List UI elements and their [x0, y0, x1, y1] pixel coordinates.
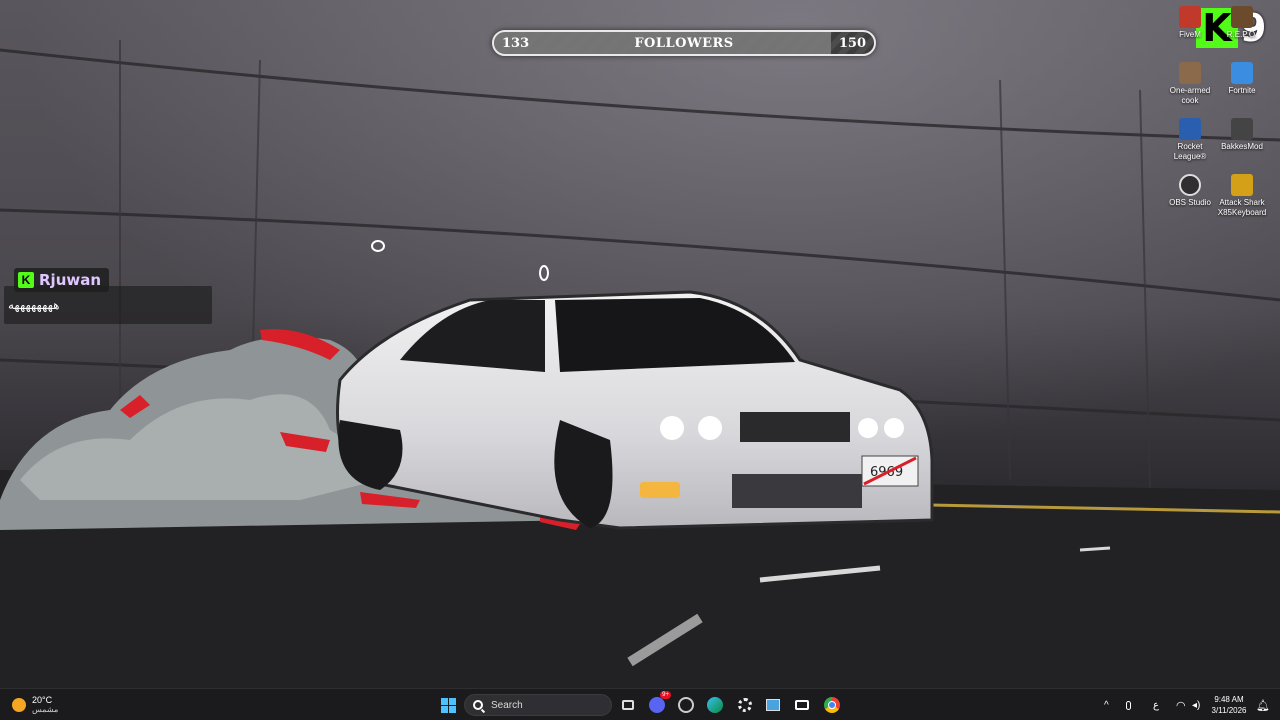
taskbar-app-edge[interactable]	[703, 693, 727, 717]
desktop-icon-repo[interactable]: R.E.P.O.	[1214, 6, 1270, 40]
bell-icon: 🔔︎	[1256, 699, 1270, 712]
sun-icon	[12, 698, 26, 712]
chrome-icon	[824, 697, 840, 713]
tray-overflow-button[interactable]: ^	[1104, 689, 1109, 720]
speaker-icon: ◂)	[1192, 699, 1201, 711]
fortnite-icon	[1231, 62, 1253, 84]
gear-icon	[738, 698, 752, 712]
desktop-wallpaper: 6969	[0, 0, 1280, 688]
steam-icon	[678, 697, 694, 713]
followers-label: FOLLOWERS	[634, 36, 734, 51]
clock-time: 9:48 AM	[1214, 695, 1244, 704]
taskbar-app-explorer[interactable]	[761, 693, 785, 717]
desktop-icon-label: Rocket League®	[1173, 142, 1207, 161]
keyboard-icon	[1231, 174, 1253, 196]
repo-icon	[1231, 6, 1253, 28]
discord-notification-badge: 9+	[660, 691, 671, 699]
keyboard-language-button[interactable]: ع	[1153, 689, 1159, 720]
windows-logo-icon	[440, 697, 456, 713]
weather-temp: 20°C	[32, 695, 53, 705]
notifications-button[interactable]: 🔔︎	[1256, 689, 1270, 720]
taskbar-app-discord[interactable]: 9+	[645, 691, 671, 717]
taskbar-clock[interactable]: 9:48 AM 3/11/2026	[1208, 694, 1250, 716]
search-placeholder: Search	[491, 699, 523, 711]
task-view-icon	[622, 700, 634, 710]
taskbar-app-capcut[interactable]	[790, 693, 814, 717]
chevron-up-icon: ^	[1104, 699, 1109, 711]
desktop-icon-label: OBS Studio	[1169, 198, 1211, 207]
search-icon	[473, 700, 483, 710]
taskbar-app-settings[interactable]	[733, 693, 757, 717]
microphone-button[interactable]	[1126, 689, 1131, 720]
stream-chat-overlay: ههههههههه K Rjuwan	[4, 268, 212, 324]
desktop-icon-label: Fortnite	[1228, 86, 1256, 95]
followers-goal-bar: 133 FOLLOWERS 150	[492, 30, 876, 56]
obs-icon	[1179, 174, 1201, 196]
task-view-button[interactable]	[616, 693, 640, 717]
desktop-icon-label: R.E.P.O.	[1226, 30, 1258, 39]
rocket-league-icon	[1179, 118, 1201, 140]
chat-message-text: ههههههههه	[8, 298, 60, 312]
network-button[interactable]: ◠	[1176, 689, 1186, 720]
edge-icon	[707, 697, 723, 713]
weather-desc: مشمس	[32, 705, 59, 714]
clock-date: 3/11/2026	[1211, 706, 1247, 715]
microphone-icon	[1126, 700, 1131, 710]
taskbar-app-chrome[interactable]	[820, 693, 844, 717]
window-icon	[766, 699, 780, 711]
keyboard-language: ع	[1153, 699, 1159, 711]
followers-target-count: 150	[838, 36, 866, 51]
cook-icon	[1179, 62, 1201, 84]
desktop-icon-one-armed-cook[interactable]: One-armed cook	[1162, 62, 1218, 106]
desktop-icon-fivem[interactable]: FiveM	[1162, 6, 1218, 40]
desktop-icon-bakkesmod[interactable]: BakkesMod	[1214, 118, 1270, 152]
volume-button[interactable]: ◂)	[1192, 689, 1200, 720]
chat-username-pill: K Rjuwan	[14, 268, 110, 292]
desktop-icon-label: BakkesMod	[1221, 142, 1263, 151]
desktop-icon-obs-studio[interactable]: OBS Studio	[1162, 174, 1218, 208]
discord-icon	[649, 697, 665, 713]
desktop-icon-label: Attack Shark X85Keyboard	[1217, 198, 1267, 217]
desktop-icon-label: One-armed cook	[1169, 86, 1211, 105]
kick-badge-icon: K	[18, 272, 34, 288]
fivem-icon	[1179, 6, 1201, 28]
chat-username: Rjuwan	[39, 271, 102, 289]
desktop-icon-label: FiveM	[1179, 30, 1201, 39]
taskbar-search[interactable]: Search	[464, 694, 612, 716]
desktop-icon-attack-shark[interactable]: Attack Shark X85Keyboard	[1214, 174, 1270, 218]
taskbar-app-steam[interactable]	[674, 693, 698, 717]
wifi-icon: ◠	[1176, 699, 1186, 712]
start-button[interactable]	[436, 693, 460, 717]
capcut-icon	[795, 700, 809, 710]
desktop-icon-fortnite[interactable]: Fortnite	[1214, 62, 1270, 96]
desktop-icon-rocket-league[interactable]: Rocket League®	[1162, 118, 1218, 162]
weather-widget[interactable]: 20°C مشمس	[12, 695, 58, 715]
bakkesmod-icon	[1231, 118, 1253, 140]
taskbar: 20°C مشمس Search 9+ ^ ع ◠ ◂) 9:48 AM 3/1…	[0, 688, 1280, 720]
